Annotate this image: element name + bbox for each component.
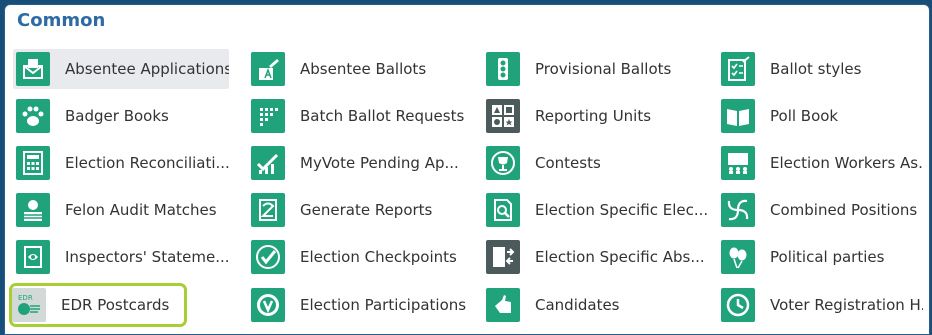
item-label: Election Workers As... bbox=[770, 154, 923, 172]
item-label: Absentee Applications bbox=[65, 60, 229, 78]
item-label: Poll Book bbox=[770, 107, 839, 125]
dot-grid-icon bbox=[251, 99, 285, 133]
item-provisional-ballots[interactable]: Provisional Ballots bbox=[483, 49, 708, 89]
section-title: Common bbox=[17, 10, 106, 31]
item-generate-reports[interactable]: Generate Reports bbox=[248, 190, 473, 230]
item-label: Political parties bbox=[770, 248, 885, 266]
item-ballot-styles[interactable]: Ballot styles bbox=[718, 49, 923, 89]
item-label: Election Specific Abs... bbox=[535, 248, 705, 266]
item-felon-audit-matches[interactable]: Felon Audit Matches bbox=[13, 190, 229, 230]
item-label: Badger Books bbox=[65, 107, 169, 125]
item-absentee-applications[interactable]: Absentee Applications bbox=[13, 49, 229, 89]
traffic-light-icon bbox=[486, 52, 520, 86]
item-batch-ballot-requests[interactable]: Batch Ballot Requests bbox=[248, 96, 473, 136]
item-label: Absentee Ballots bbox=[300, 60, 427, 78]
item-label: Reporting Units bbox=[535, 107, 652, 125]
svg-text:EDR: EDR bbox=[18, 294, 33, 302]
item-voter-registration[interactable]: Voter Registration H... bbox=[718, 285, 923, 325]
swirl-icon bbox=[721, 193, 755, 227]
item-election-specific-elec[interactable]: Election Specific Elec... bbox=[483, 190, 708, 230]
hand-vote-icon bbox=[486, 288, 520, 322]
clock-history-icon bbox=[721, 288, 755, 322]
item-label: Combined Positions bbox=[770, 201, 918, 219]
calculator-icon bbox=[16, 146, 50, 180]
item-candidates[interactable]: Candidates bbox=[483, 285, 708, 325]
item-label: Felon Audit Matches bbox=[65, 201, 217, 219]
shapes-grid-icon bbox=[486, 99, 520, 133]
item-inspectors-statement[interactable]: Inspectors' Stateme... bbox=[13, 237, 229, 277]
item-election-reconciliation[interactable]: Election Reconciliati... bbox=[13, 143, 229, 183]
open-book-icon bbox=[721, 99, 755, 133]
meeting-icon bbox=[721, 146, 755, 180]
item-label: EDR Postcards bbox=[61, 296, 170, 314]
item-absentee-ballots[interactable]: Absentee Ballots bbox=[248, 49, 473, 89]
item-badger-books[interactable]: Badger Books bbox=[13, 96, 229, 136]
pencil-ballot-icon bbox=[251, 52, 285, 86]
item-label: Election Reconciliati... bbox=[65, 154, 229, 172]
arrows-doc-icon bbox=[486, 240, 520, 274]
magnifier-doc-icon bbox=[486, 193, 520, 227]
item-label: Generate Reports bbox=[300, 201, 433, 219]
eye-doc-icon bbox=[16, 240, 50, 274]
item-label: Provisional Ballots bbox=[535, 60, 672, 78]
trophy-icon bbox=[486, 146, 520, 180]
ballot-checklist-icon bbox=[721, 52, 755, 86]
item-label: Voter Registration H... bbox=[770, 296, 923, 314]
item-label: Contests bbox=[535, 154, 601, 172]
common-panel: Common Absentee Applications Absentee Ba… bbox=[4, 4, 930, 335]
item-label: Inspectors' Stateme... bbox=[65, 248, 229, 266]
item-label: Ballot styles bbox=[770, 60, 862, 78]
item-combined-positions[interactable]: Combined Positions bbox=[718, 190, 923, 230]
item-election-workers[interactable]: Election Workers As... bbox=[718, 143, 923, 183]
item-myvote-pending[interactable]: MyVote Pending Ap... bbox=[248, 143, 473, 183]
circle-v-icon bbox=[251, 288, 285, 322]
balloons-icon bbox=[721, 240, 755, 274]
paw-print-icon bbox=[16, 99, 50, 133]
item-election-specific-abs[interactable]: Election Specific Abs... bbox=[483, 237, 708, 277]
edr-postcard-icon: EDR bbox=[12, 288, 46, 322]
item-edr-postcards[interactable]: EDR EDR Postcards bbox=[9, 283, 187, 327]
item-election-participations[interactable]: Election Participations bbox=[248, 285, 473, 325]
item-political-parties[interactable]: Political parties bbox=[718, 237, 923, 277]
item-poll-book[interactable]: Poll Book bbox=[718, 96, 923, 136]
item-label: Election Participations bbox=[300, 296, 467, 314]
item-label: Candidates bbox=[535, 296, 620, 314]
item-label: Election Checkpoints bbox=[300, 248, 457, 266]
item-label: MyVote Pending Ap... bbox=[300, 154, 459, 172]
chart-checkmark-icon bbox=[251, 146, 285, 180]
item-election-checkpoints[interactable]: Election Checkpoints bbox=[248, 237, 473, 277]
item-label: Batch Ballot Requests bbox=[300, 107, 465, 125]
checkmark-icon bbox=[251, 240, 285, 274]
item-contests[interactable]: Contests bbox=[483, 143, 708, 183]
prisoner-icon bbox=[16, 193, 50, 227]
item-label: Election Specific Elec... bbox=[535, 201, 708, 219]
report-doc-icon bbox=[251, 193, 285, 227]
envelope-form-icon bbox=[16, 52, 50, 86]
item-reporting-units[interactable]: Reporting Units bbox=[483, 96, 708, 136]
